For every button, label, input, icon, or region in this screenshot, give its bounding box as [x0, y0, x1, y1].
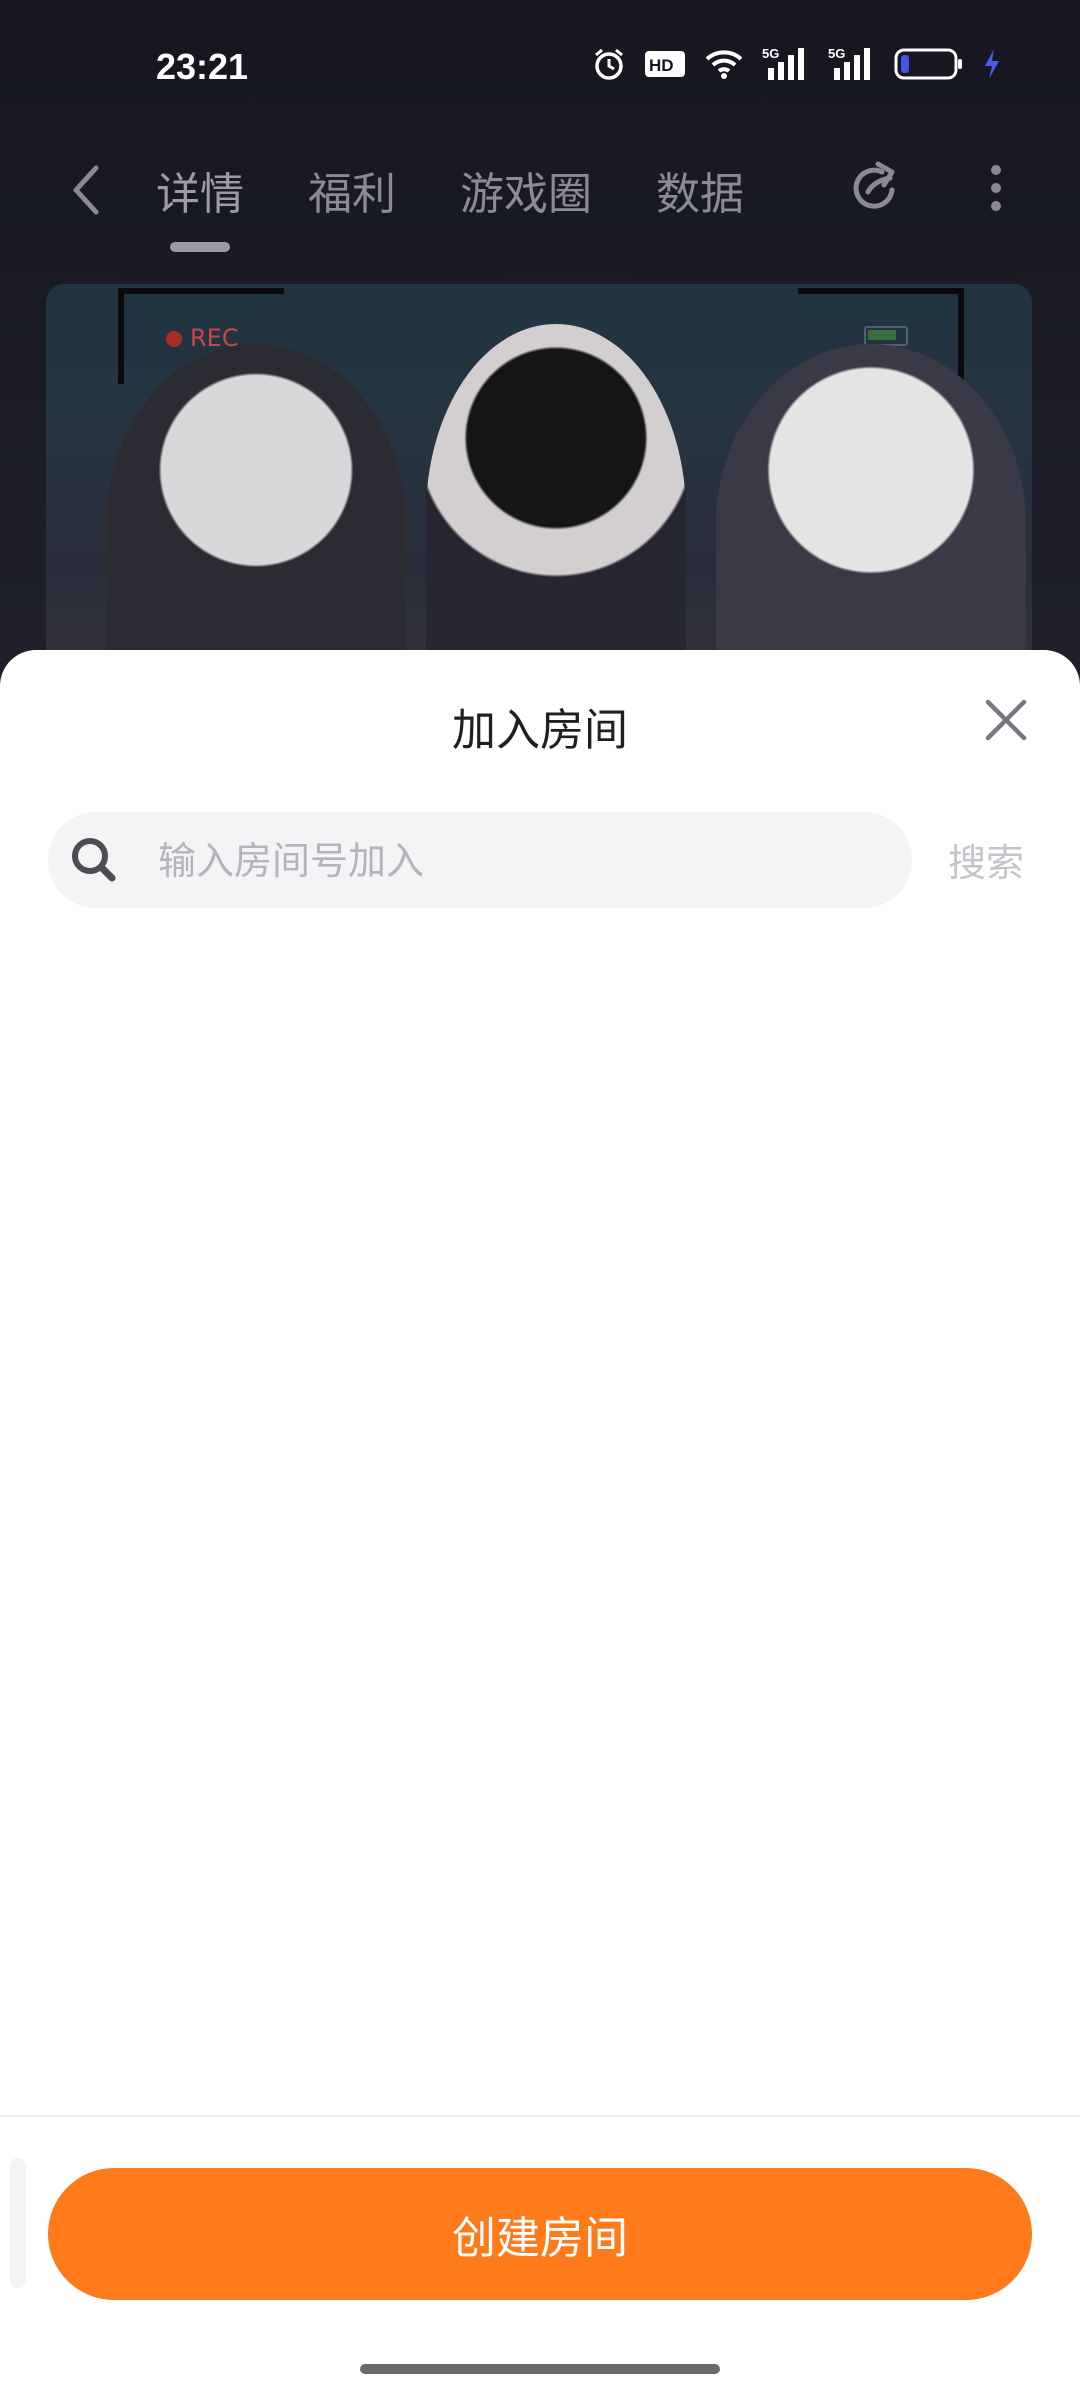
create-room-button[interactable]: 创建房间: [48, 2168, 1032, 2300]
network-label-1: 5G: [762, 46, 779, 61]
charging-icon: [982, 47, 1002, 81]
status-bar: 23:21 HD 5G 5G: [0, 0, 1080, 140]
tab-game-circle[interactable]: 游戏圈: [460, 158, 592, 222]
search-button[interactable]: 搜索: [948, 832, 1024, 887]
tab-active-indicator: [170, 242, 230, 252]
divider: [0, 2115, 1080, 2117]
tab-details[interactable]: 详情: [156, 158, 244, 222]
more-options-icon[interactable]: [990, 160, 1002, 224]
home-indicator[interactable]: [360, 2364, 720, 2374]
wifi-icon: [704, 48, 744, 80]
room-search-bar: [48, 812, 912, 910]
hd-icon: HD: [644, 49, 686, 79]
tab-bar: 详情 福利 游戏圈 数据: [156, 158, 808, 222]
close-icon[interactable]: [982, 696, 1030, 748]
alarm-icon: [592, 47, 626, 81]
battery-icon: [894, 47, 964, 81]
search-icon: [68, 834, 120, 890]
signal-5g-icon: 5G: [828, 46, 876, 82]
edge-handle: [10, 2158, 26, 2288]
tab-welfare[interactable]: 福利: [308, 158, 396, 222]
status-icons: HD 5G 5G: [592, 46, 1002, 82]
network-label-2: 5G: [828, 46, 845, 61]
top-navigation: 详情 福利 游戏圈 数据: [0, 150, 1080, 270]
character-figure: [106, 344, 406, 684]
status-time: 23:21: [156, 46, 249, 87]
join-room-sheet: 加入房间 搜索 创建房间: [0, 650, 1080, 2400]
game-banner-image: REC: [46, 284, 1032, 684]
room-number-input[interactable]: [156, 812, 880, 910]
viewfinder-battery-icon: [864, 326, 908, 346]
back-icon[interactable]: [66, 160, 106, 224]
character-figure: [716, 344, 1026, 684]
hd-label: HD: [649, 56, 674, 75]
sheet-title: 加入房间: [452, 705, 628, 756]
share-icon[interactable]: [846, 158, 906, 222]
signal-5g-icon: 5G: [762, 46, 810, 82]
tab-data[interactable]: 数据: [656, 158, 744, 222]
character-figure: [426, 324, 686, 684]
